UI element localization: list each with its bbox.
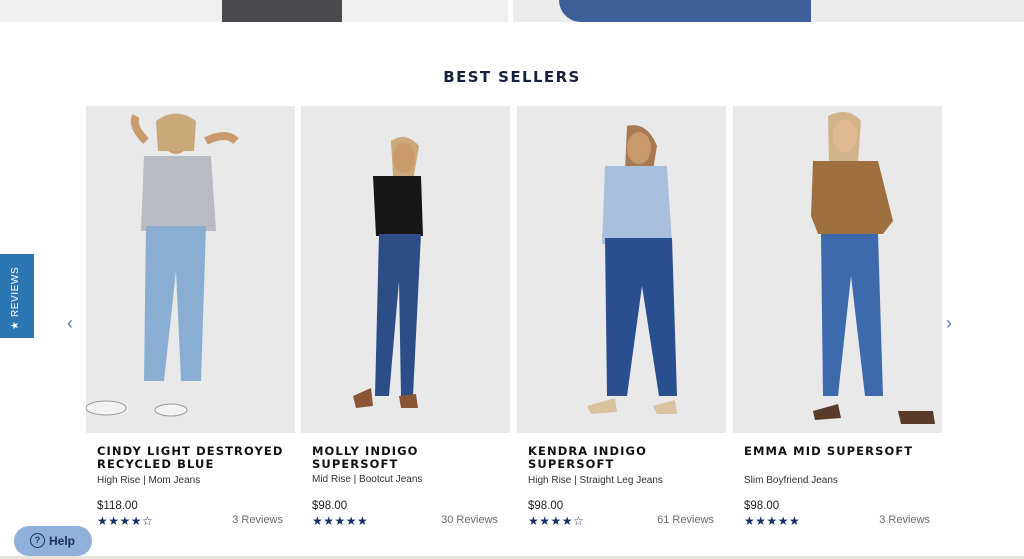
product-name[interactable]: EMMA MID SUPERSOFT: [744, 445, 939, 458]
product-price: $118.00: [97, 500, 138, 512]
product-description: Slim Boyfriend Jeans: [744, 475, 838, 486]
product-card[interactable]: CINDY LIGHT DESTROYED RECYCLED BLUE High…: [86, 106, 295, 536]
product-name[interactable]: CINDY LIGHT DESTROYED RECYCLED BLUE: [97, 445, 292, 471]
product-description: Mid Rise | Bootcut Jeans: [312, 474, 423, 485]
product-card[interactable]: EMMA MID SUPERSOFT Slim Boyfriend Jeans …: [733, 106, 942, 536]
product-price: $98.00: [528, 500, 564, 512]
product-image[interactable]: [517, 106, 726, 433]
product-image[interactable]: [86, 106, 295, 433]
hero-banner: [0, 0, 1024, 22]
section-title: BEST SELLERS: [443, 68, 581, 86]
product-image[interactable]: [301, 106, 510, 433]
help-label: Help: [49, 534, 76, 548]
product-description: High Rise | Straight Leg Jeans: [528, 475, 663, 486]
hero-image-left[interactable]: [0, 0, 508, 22]
reviews-link[interactable]: 3 Reviews: [232, 514, 283, 526]
product-card[interactable]: MOLLY INDIGO SUPERSOFT Mid Rise | Bootcu…: [301, 106, 510, 536]
reviews-side-tab[interactable]: ★ REVIEWS: [0, 254, 34, 338]
product-card[interactable]: KENDRA INDIGO SUPERSOFT High Rise | Stra…: [517, 106, 726, 536]
product-name[interactable]: KENDRA INDIGO SUPERSOFT: [528, 445, 723, 471]
star-rating: ★★★★☆: [97, 514, 154, 528]
product-carousel: CINDY LIGHT DESTROYED RECYCLED BLUE High…: [86, 106, 942, 536]
model-illustration: [86, 113, 239, 417]
product-price: $98.00: [744, 500, 780, 512]
star-rating: ★★★★☆: [528, 514, 585, 528]
model-illustration: [353, 137, 423, 408]
help-button[interactable]: ? Help: [14, 526, 92, 556]
reviews-link[interactable]: 61 Reviews: [657, 514, 714, 526]
hero-jeans-left: [222, 0, 342, 22]
product-price: $98.00: [312, 500, 348, 512]
carousel-prev-icon[interactable]: ‹: [67, 313, 73, 334]
help-icon: ?: [30, 533, 45, 548]
model-illustration: [587, 125, 677, 414]
star-rating: ★★★★★: [744, 514, 801, 528]
reviews-tab-label: ★ REVIEWS: [10, 266, 21, 330]
product-name[interactable]: MOLLY INDIGO SUPERSOFT: [312, 445, 507, 471]
model-illustration: [811, 112, 935, 424]
product-image[interactable]: [733, 106, 942, 433]
hero-image-right[interactable]: [513, 0, 1024, 22]
reviews-link[interactable]: 30 Reviews: [441, 514, 498, 526]
star-rating: ★★★★★: [312, 514, 369, 528]
carousel-next-icon[interactable]: ›: [946, 313, 952, 334]
reviews-link[interactable]: 3 Reviews: [879, 514, 930, 526]
hero-jeans-right: [559, 0, 811, 22]
product-description: High Rise | Mom Jeans: [97, 475, 201, 486]
